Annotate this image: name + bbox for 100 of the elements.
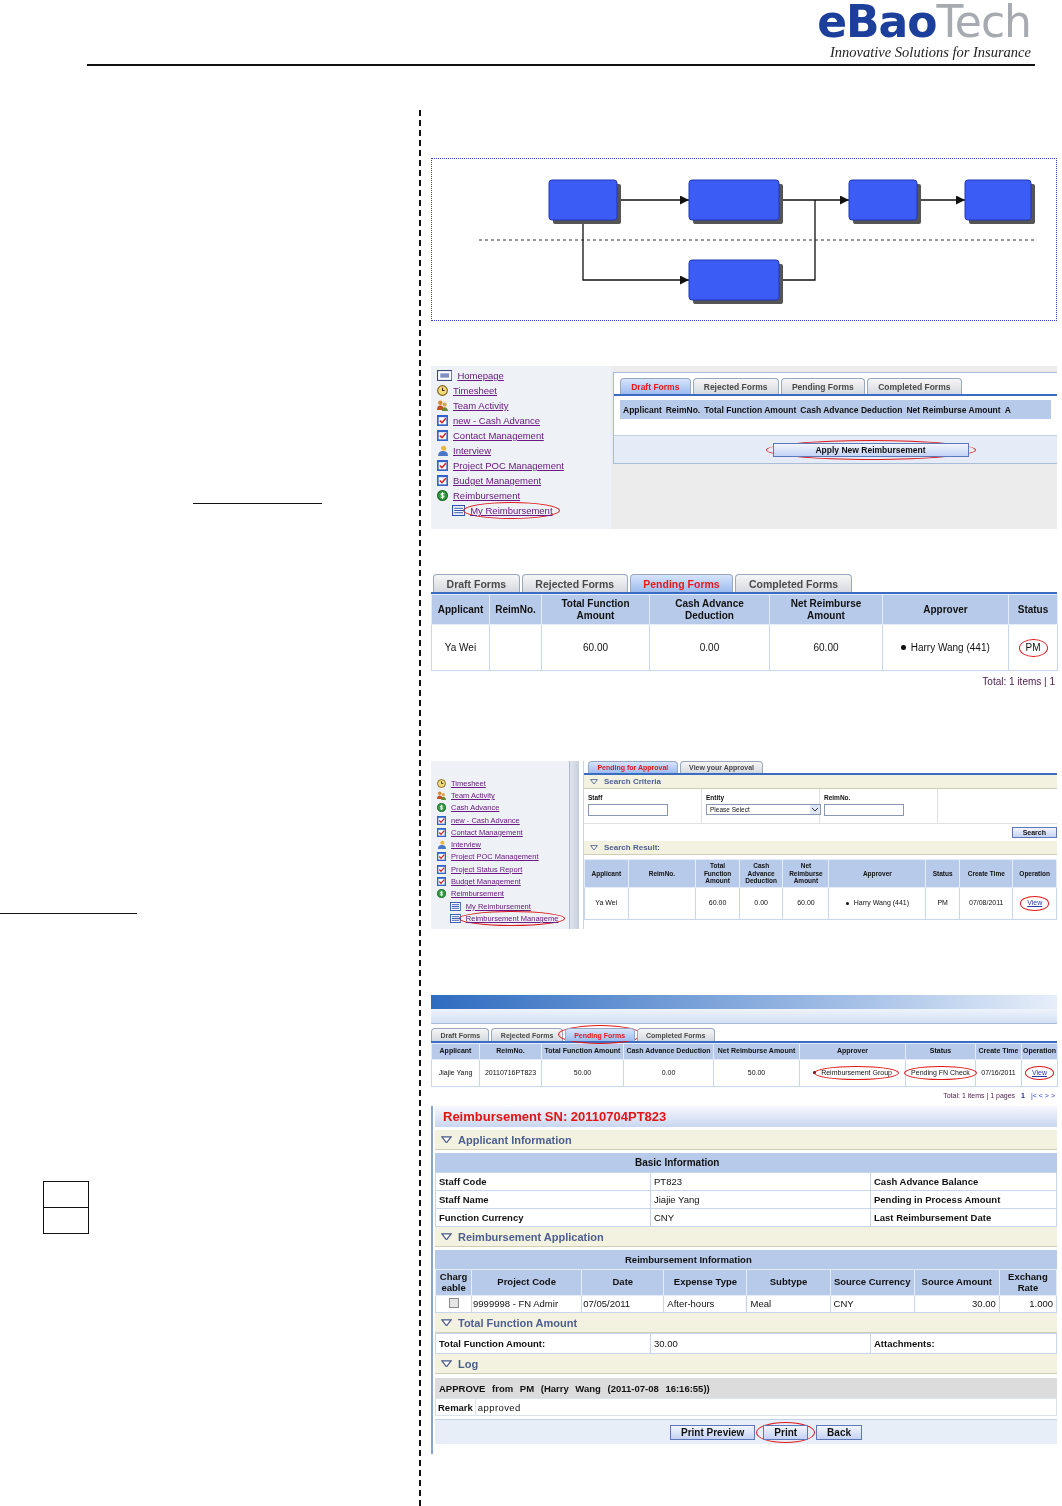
coin-icon [437,803,446,813]
tab[interactable]: Completed Forms [735,574,852,592]
section-title: Total Function Amount [458,1316,578,1329]
table-cell: Attachments: [870,1333,1057,1354]
section-title: Applicant Information [458,1133,572,1146]
coin-icon [437,490,448,501]
column-header: Charg eable [435,1269,472,1296]
action-button[interactable]: Print [763,1424,809,1440]
menu-link[interactable]: Project POC Management [453,460,564,471]
person-icon [437,445,448,456]
column-header: Source Currency [830,1269,915,1296]
table-cell: 60.00 [769,624,883,671]
remark-text: approved [476,1401,521,1413]
column-header: Expense Type [663,1269,747,1296]
remark-label: Remark [436,1399,476,1415]
section-title: Reimbursement Application [458,1230,604,1243]
menu-link[interactable]: My Reimbursement [470,505,553,516]
collapse-icon[interactable] [590,844,598,851]
clock-icon [437,385,448,396]
menu-link[interactable]: Homepage [457,370,504,381]
logo-tagline: Innovative Solutions for Insurance [830,44,1031,60]
table-cell: 30.00 [650,1333,871,1354]
apply-button[interactable]: Apply New Reimbursement [772,442,969,457]
tab[interactable]: Pending Forms [780,378,865,394]
checklist-icon [437,864,446,874]
column-header: Cash Advance Deduction [649,594,770,625]
person-icon [437,840,446,850]
table-cell: 60.00 [541,624,650,671]
checklist-icon [437,430,448,441]
action-button[interactable]: Back [816,1424,862,1440]
table-cell [628,887,696,920]
form-title: Reimbursement SN: 20110704PT823 [443,1109,667,1124]
menu-link[interactable]: Reimbursement [453,490,521,501]
table-title: Basic Information [635,1157,720,1168]
approver-name: Harry Wang (441) [910,641,990,654]
checklist-icon [437,827,446,837]
people-icon [437,400,448,411]
list-icon [452,505,466,516]
checkbox[interactable] [448,1297,459,1308]
collapse-icon[interactable] [441,1359,452,1368]
collapse-icon[interactable] [441,1135,452,1144]
bullet-icon [845,901,849,905]
table-cell: 0.00 [649,624,770,671]
column-header: Subtype [746,1269,831,1296]
process-node [964,179,1035,224]
column-header: ReimNo. [665,404,701,415]
logo-wordmark: eBao [817,0,937,44]
total-count: Total: 1 items | 1 [982,676,1055,687]
log-entry: APPROVE from PM (Harry Wang (2011-07-08 16:16:55)) [439,1382,710,1394]
table-title: Reimbursement Information [625,1254,752,1265]
column-header: Applicant [623,404,662,415]
column-header: Project Code [471,1269,582,1296]
blank-box [43,1207,89,1234]
tab[interactable]: Rejected Forms [521,574,628,592]
table-cell: Cash Advance Balance [870,1172,1057,1191]
tab[interactable]: Completed Forms [866,378,962,394]
input-field[interactable] [588,804,668,816]
column-header: Total Function Amount [704,404,797,415]
tab[interactable]: Draft Forms [433,574,520,592]
column-header: Cash Advance Deduction [800,404,903,415]
clock-icon [437,778,446,788]
table-cell: Total Function Amount: [435,1333,651,1354]
checklist-icon [437,475,448,486]
collapse-icon[interactable] [441,1318,452,1327]
action-button[interactable]: Print Preview [669,1424,756,1440]
collapse-icon[interactable] [441,1232,452,1241]
table-cell: PT823 [650,1172,871,1191]
status-text: PM [1025,641,1041,654]
section-title: Search Result: [604,843,661,852]
logo-wordmark: Tech [936,0,1031,44]
tab[interactable]: Rejected Forms [692,378,779,394]
table-cell: Staff Code [435,1172,651,1191]
column-header: Approver [882,594,1009,625]
table-cell: Ya Wei [431,624,490,671]
menu-link[interactable]: Interview [453,445,491,456]
section-title: Log [458,1357,479,1370]
input-field[interactable] [824,804,904,816]
collapse-icon[interactable] [590,778,598,785]
table-cell [489,624,542,671]
menu-link[interactable]: Timesheet [453,385,497,396]
list-icon [450,901,461,911]
bullet-icon [901,645,906,650]
menu-link[interactable]: Contact Management [453,430,544,441]
column-header: Net Reimburse Amount [906,404,1001,415]
checklist-icon [437,460,448,471]
section-title: Search Criteria [604,777,661,786]
column-header: ReimNo. [489,594,542,625]
menu-link[interactable]: Budget Management [453,475,542,486]
menu-link[interactable]: new - Cash Advance [453,415,541,426]
column-header: A [1004,404,1011,415]
people-icon [437,790,446,800]
column-header: Net Reimburse Amount [769,594,883,625]
column-header: Applicant [431,594,490,625]
checklist-icon [437,815,446,825]
checklist-icon [437,852,446,862]
menu-link[interactable]: Team Activity [453,400,509,411]
scrollbar[interactable] [569,761,579,929]
coin-icon [437,889,446,899]
checklist-icon [437,415,448,426]
column-header: Total Function Amount [541,594,650,625]
